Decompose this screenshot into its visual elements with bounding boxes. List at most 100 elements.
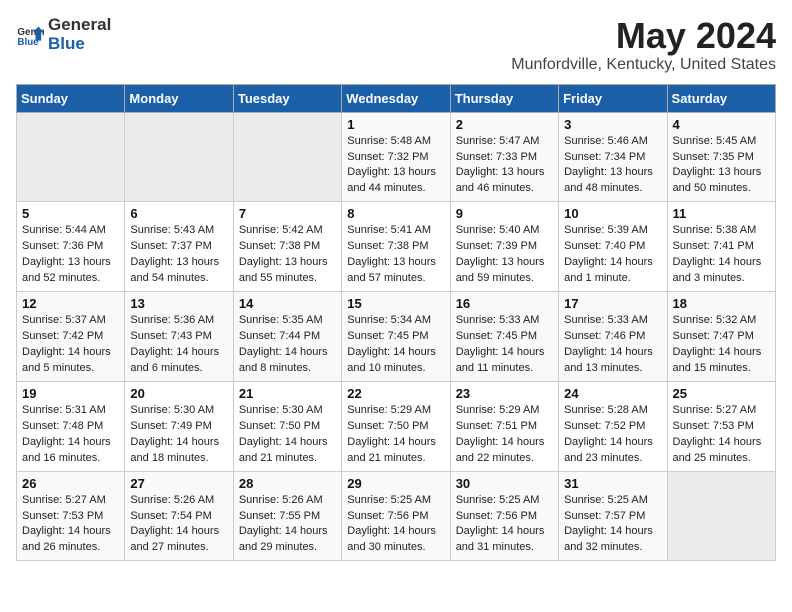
day-info: Sunrise: 5:25 AM Sunset: 7:57 PM Dayligh…: [564, 493, 661, 557]
day-number: 28: [239, 476, 336, 491]
day-number: 15: [347, 296, 444, 311]
day-cell: 17 Sunrise: 5:33 AM Sunset: 7:46 PM Dayli…: [559, 292, 667, 382]
day-cell: 30 Sunrise: 5:25 AM Sunset: 7:56 PM Dayli…: [450, 471, 558, 561]
col-header-monday: Monday: [125, 84, 233, 112]
day-number: 8: [347, 206, 444, 221]
header: General Blue General Blue May 2024 Munfo…: [16, 16, 776, 74]
day-cell: 9 Sunrise: 5:40 AM Sunset: 7:39 PM Daylig…: [450, 202, 558, 292]
day-number: 22: [347, 386, 444, 401]
day-number: 5: [22, 206, 119, 221]
day-cell: 2 Sunrise: 5:47 AM Sunset: 7:33 PM Daylig…: [450, 112, 558, 202]
day-number: 9: [456, 206, 553, 221]
day-cell: 10 Sunrise: 5:39 AM Sunset: 7:40 PM Dayli…: [559, 202, 667, 292]
day-number: 1: [347, 117, 444, 132]
day-cell: 26 Sunrise: 5:27 AM Sunset: 7:53 PM Dayli…: [17, 471, 125, 561]
day-cell: 18 Sunrise: 5:32 AM Sunset: 7:47 PM Dayli…: [667, 292, 775, 382]
day-number: 3: [564, 117, 661, 132]
day-cell: 20Sunrise: 5:30 AM Sunset: 7:49 PM Dayli…: [125, 381, 233, 471]
day-number: 18: [673, 296, 770, 311]
day-number: 25: [673, 386, 770, 401]
week-row-4: 19 Sunrise: 5:31 AM Sunset: 7:48 PM Dayli…: [17, 381, 776, 471]
day-info: Sunrise: 5:26 AM Sunset: 7:55 PM Dayligh…: [239, 493, 336, 557]
day-number: 21: [239, 386, 336, 401]
week-row-3: 12 Sunrise: 5:37 AM Sunset: 7:42 PM Dayli…: [17, 292, 776, 382]
day-info: Sunrise: 5:29 AM Sunset: 7:51 PM Dayligh…: [456, 403, 553, 467]
day-number: 31: [564, 476, 661, 491]
col-header-saturday: Saturday: [667, 84, 775, 112]
day-number: 16: [456, 296, 553, 311]
day-number: 17: [564, 296, 661, 311]
logo-blue-text: Blue: [48, 35, 111, 54]
day-info: Sunrise: 5:46 AM Sunset: 7:34 PM Dayligh…: [564, 134, 661, 198]
week-row-5: 26 Sunrise: 5:27 AM Sunset: 7:53 PM Dayli…: [17, 471, 776, 561]
day-cell: 31 Sunrise: 5:25 AM Sunset: 7:57 PM Dayli…: [559, 471, 667, 561]
day-info: Sunrise: 5:39 AM Sunset: 7:40 PM Dayligh…: [564, 223, 661, 287]
header-row: SundayMondayTuesdayWednesdayThursdayFrid…: [17, 84, 776, 112]
calendar-subtitle: Munfordville, Kentucky, United States: [511, 56, 776, 74]
calendar-title: May 2024: [511, 16, 776, 56]
day-info: Sunrise: 5:32 AM Sunset: 7:47 PM Dayligh…: [673, 313, 770, 377]
day-info: Sunrise: 5:45 AM Sunset: 7:35 PM Dayligh…: [673, 134, 770, 198]
day-info: Sunrise: 5:42 AM Sunset: 7:38 PM Dayligh…: [239, 223, 336, 287]
day-info: Sunrise: 5:33 AM Sunset: 7:45 PM Dayligh…: [456, 313, 553, 377]
day-number: 6: [130, 206, 227, 221]
day-cell: 5 Sunrise: 5:44 AM Sunset: 7:36 PM Daylig…: [17, 202, 125, 292]
day-cell: [667, 471, 775, 561]
logo: General Blue General Blue: [16, 16, 111, 53]
day-number: 14: [239, 296, 336, 311]
day-cell: [125, 112, 233, 202]
day-info: Sunrise: 5:30 AM Sunset: 7:50 PM Dayligh…: [239, 403, 336, 467]
day-cell: 27Sunrise: 5:26 AM Sunset: 7:54 PM Dayli…: [125, 471, 233, 561]
day-info: Sunrise: 5:29 AM Sunset: 7:50 PM Dayligh…: [347, 403, 444, 467]
day-number: 30: [456, 476, 553, 491]
week-row-1: 1 Sunrise: 5:48 AM Sunset: 7:32 PM Daylig…: [17, 112, 776, 202]
day-number: 26: [22, 476, 119, 491]
day-info: Sunrise: 5:34 AM Sunset: 7:45 PM Dayligh…: [347, 313, 444, 377]
day-number: 10: [564, 206, 661, 221]
day-info: Sunrise: 5:44 AM Sunset: 7:36 PM Dayligh…: [22, 223, 119, 287]
day-info: Sunrise: 5:40 AM Sunset: 7:39 PM Dayligh…: [456, 223, 553, 287]
day-cell: 13 Sunrise: 5:36 AM Sunset: 7:43 PM Dayli…: [125, 292, 233, 382]
day-info: Sunrise: 5:38 AM Sunset: 7:41 PM Dayligh…: [673, 223, 770, 287]
day-cell: 23 Sunrise: 5:29 AM Sunset: 7:51 PM Dayli…: [450, 381, 558, 471]
day-number: 12: [22, 296, 119, 311]
day-info: Sunrise: 5:35 AM Sunset: 7:44 PM Dayligh…: [239, 313, 336, 377]
day-info: Sunrise: 5:47 AM Sunset: 7:33 PM Dayligh…: [456, 134, 553, 198]
day-number: 7: [239, 206, 336, 221]
day-cell: 11 Sunrise: 5:38 AM Sunset: 7:41 PM Dayli…: [667, 202, 775, 292]
day-cell: 7 Sunrise: 5:42 AM Sunset: 7:38 PM Daylig…: [233, 202, 341, 292]
day-info: Sunrise: 5:25 AM Sunset: 7:56 PM Dayligh…: [456, 493, 553, 557]
day-cell: 14 Sunrise: 5:35 AM Sunset: 7:44 PM Dayli…: [233, 292, 341, 382]
day-info: Sunrise: 5:27 AM Sunset: 7:53 PM Dayligh…: [673, 403, 770, 467]
col-header-sunday: Sunday: [17, 84, 125, 112]
day-info: Sunrise: 5:27 AM Sunset: 7:53 PM Dayligh…: [22, 493, 119, 557]
day-number: 19: [22, 386, 119, 401]
day-cell: 25 Sunrise: 5:27 AM Sunset: 7:53 PM Dayli…: [667, 381, 775, 471]
day-number: 20: [130, 386, 227, 401]
day-cell: 3 Sunrise: 5:46 AM Sunset: 7:34 PM Daylig…: [559, 112, 667, 202]
col-header-wednesday: Wednesday: [342, 84, 450, 112]
day-info: Sunrise: 5:41 AM Sunset: 7:38 PM Dayligh…: [347, 223, 444, 287]
day-number: 11: [673, 206, 770, 221]
day-info: Sunrise: 5:37 AM Sunset: 7:42 PM Dayligh…: [22, 313, 119, 377]
day-info: Sunrise: 5:33 AM Sunset: 7:46 PM Dayligh…: [564, 313, 661, 377]
day-info: Sunrise: 5:48 AM Sunset: 7:32 PM Dayligh…: [347, 134, 444, 198]
day-cell: 8 Sunrise: 5:41 AM Sunset: 7:38 PM Daylig…: [342, 202, 450, 292]
day-cell: 4Sunrise: 5:45 AM Sunset: 7:35 PM Daylig…: [667, 112, 775, 202]
day-number: 23: [456, 386, 553, 401]
day-cell: 19 Sunrise: 5:31 AM Sunset: 7:48 PM Dayli…: [17, 381, 125, 471]
day-info: Sunrise: 5:36 AM Sunset: 7:43 PM Dayligh…: [130, 313, 227, 377]
day-cell: 28 Sunrise: 5:26 AM Sunset: 7:55 PM Dayli…: [233, 471, 341, 561]
week-row-2: 5 Sunrise: 5:44 AM Sunset: 7:36 PM Daylig…: [17, 202, 776, 292]
day-cell: 1 Sunrise: 5:48 AM Sunset: 7:32 PM Daylig…: [342, 112, 450, 202]
logo-icon: General Blue: [16, 21, 44, 49]
day-cell: 29Sunrise: 5:25 AM Sunset: 7:56 PM Dayli…: [342, 471, 450, 561]
day-number: 13: [130, 296, 227, 311]
day-number: 2: [456, 117, 553, 132]
day-cell: [17, 112, 125, 202]
title-area: May 2024 Munfordville, Kentucky, United …: [511, 16, 776, 74]
day-number: 24: [564, 386, 661, 401]
logo-general-text: General: [48, 16, 111, 35]
day-info: Sunrise: 5:31 AM Sunset: 7:48 PM Dayligh…: [22, 403, 119, 467]
day-cell: 24Sunrise: 5:28 AM Sunset: 7:52 PM Dayli…: [559, 381, 667, 471]
